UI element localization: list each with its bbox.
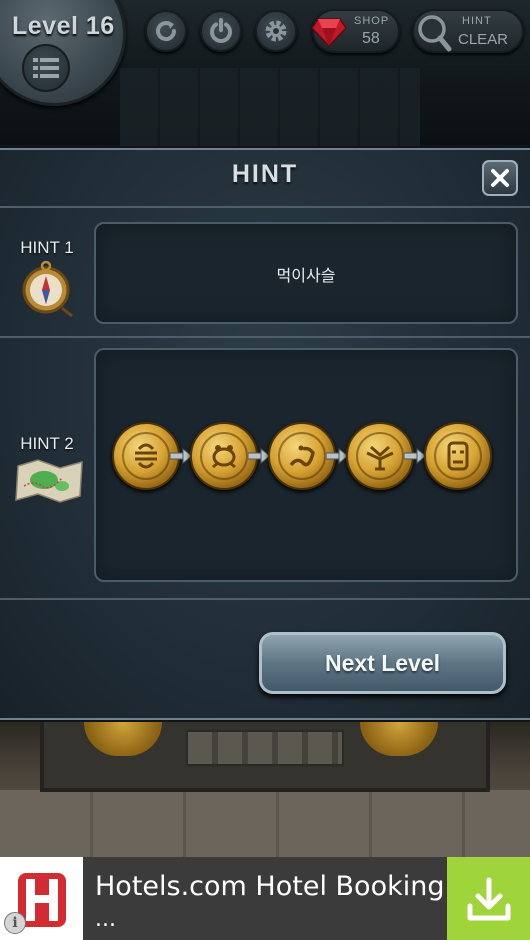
ad-title: Hotels.com Hotel Booking	[95, 871, 445, 902]
stone-floor	[0, 790, 530, 857]
hint-2-label: HINT 2	[20, 434, 74, 453]
ad-banner[interactable]: Hotels.com Hotel Booking ...	[0, 857, 530, 940]
hint-label-top: HINT	[462, 15, 492, 27]
hint-1-box: 먹이사슬	[94, 222, 518, 324]
info-icon[interactable]: i	[4, 912, 26, 934]
ad-subtitle: ...	[95, 907, 116, 932]
arrow-icon	[326, 448, 348, 464]
hint-dialog: HINT HINT 1 먹이사슬 HINT 2 Next Level	[0, 148, 530, 720]
close-button[interactable]	[482, 160, 518, 196]
temple-background	[120, 68, 420, 146]
coin-sequence	[112, 422, 504, 494]
clear-label: CLEAR	[458, 31, 509, 48]
hint-1-label: HINT 1	[20, 238, 74, 257]
close-icon	[491, 169, 509, 187]
power-button[interactable]	[200, 10, 242, 52]
compass-icon	[22, 260, 73, 318]
refresh-icon	[156, 21, 177, 41]
next-level-button[interactable]: Next Level	[259, 632, 506, 694]
refresh-button[interactable]	[145, 10, 187, 52]
list-menu-icon	[33, 58, 59, 78]
gem-count: 58	[362, 30, 380, 47]
divider	[0, 598, 530, 600]
hint-1-text: 먹이사슬	[276, 268, 336, 285]
hint-clear-button[interactable]: HINT CLEAR	[412, 9, 524, 53]
sun-glyph-icon	[135, 443, 157, 469]
arrow-icon	[404, 448, 426, 464]
divider	[0, 336, 530, 338]
gear-icon	[265, 20, 287, 42]
hint-2-box	[94, 348, 518, 582]
gem-icon	[312, 18, 346, 47]
shop-label: SHOP	[354, 15, 390, 27]
download-button[interactable]	[447, 857, 530, 940]
settings-button[interactable]	[255, 10, 297, 52]
mask-glyph-icon	[447, 441, 469, 471]
divider	[0, 206, 530, 208]
snake-glyph-icon	[289, 445, 315, 467]
power-icon	[210, 18, 232, 43]
map-icon	[15, 459, 83, 503]
frog-glyph-icon	[212, 445, 236, 469]
arrow-icon	[248, 448, 270, 464]
glyph-strip	[186, 730, 344, 766]
magnifier-icon	[418, 15, 452, 52]
eagle-glyph-icon	[366, 445, 394, 471]
top-bar: Level 16 SHOP 58 HINT CLEAR	[0, 0, 530, 146]
menu-button[interactable]	[22, 44, 70, 92]
level-label: Level 16	[12, 12, 115, 40]
mask-coin	[424, 422, 492, 490]
shop-button[interactable]: SHOP 58	[312, 9, 400, 53]
arrow-icon	[170, 448, 192, 464]
download-icon	[467, 877, 510, 920]
dialog-title: HINT	[231, 160, 299, 188]
